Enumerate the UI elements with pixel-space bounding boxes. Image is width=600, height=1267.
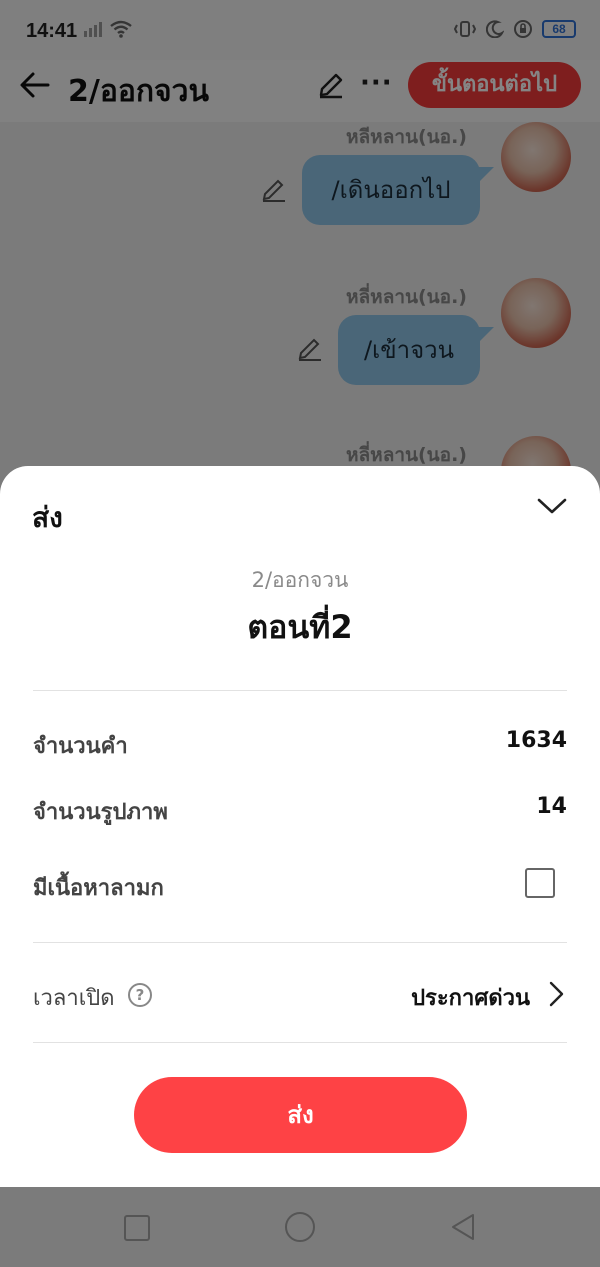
- divider: [33, 1042, 567, 1043]
- publish-time-label: เวลาเปิด: [33, 986, 115, 1011]
- home-icon[interactable]: [285, 1212, 315, 1242]
- nav-back-icon[interactable]: [449, 1212, 477, 1242]
- adult-content-label: มีเนื้อหาลามก: [33, 876, 164, 901]
- image-count-label: จำนวนรูปภาพ: [33, 800, 168, 825]
- word-count-value: 1634: [505, 728, 567, 753]
- adult-content-checkbox[interactable]: [525, 868, 555, 898]
- chevron-down-icon[interactable]: [536, 494, 568, 518]
- recent-apps-icon[interactable]: [124, 1215, 150, 1241]
- publish-time-value[interactable]: ประกาศด่วน: [411, 980, 530, 1015]
- divider: [33, 942, 567, 943]
- image-count-value: 14: [536, 794, 567, 819]
- submit-button[interactable]: ส่ง: [134, 1077, 467, 1153]
- divider: [33, 690, 567, 691]
- sheet-title: ส่ง: [32, 501, 63, 534]
- word-count-label: จำนวนคำ: [33, 734, 128, 759]
- chevron-right-icon[interactable]: [548, 980, 566, 1008]
- system-navigation-bar: [0, 1187, 600, 1267]
- episode-title: ตอนที่2: [247, 608, 353, 646]
- submit-bottom-sheet: ส่ง 2/ออกจวน ตอนที่2 จำนวนคำ 1634 จำนวนร…: [0, 466, 600, 1187]
- help-icon[interactable]: ?: [128, 983, 152, 1007]
- series-name: 2/ออกจวน: [251, 568, 349, 592]
